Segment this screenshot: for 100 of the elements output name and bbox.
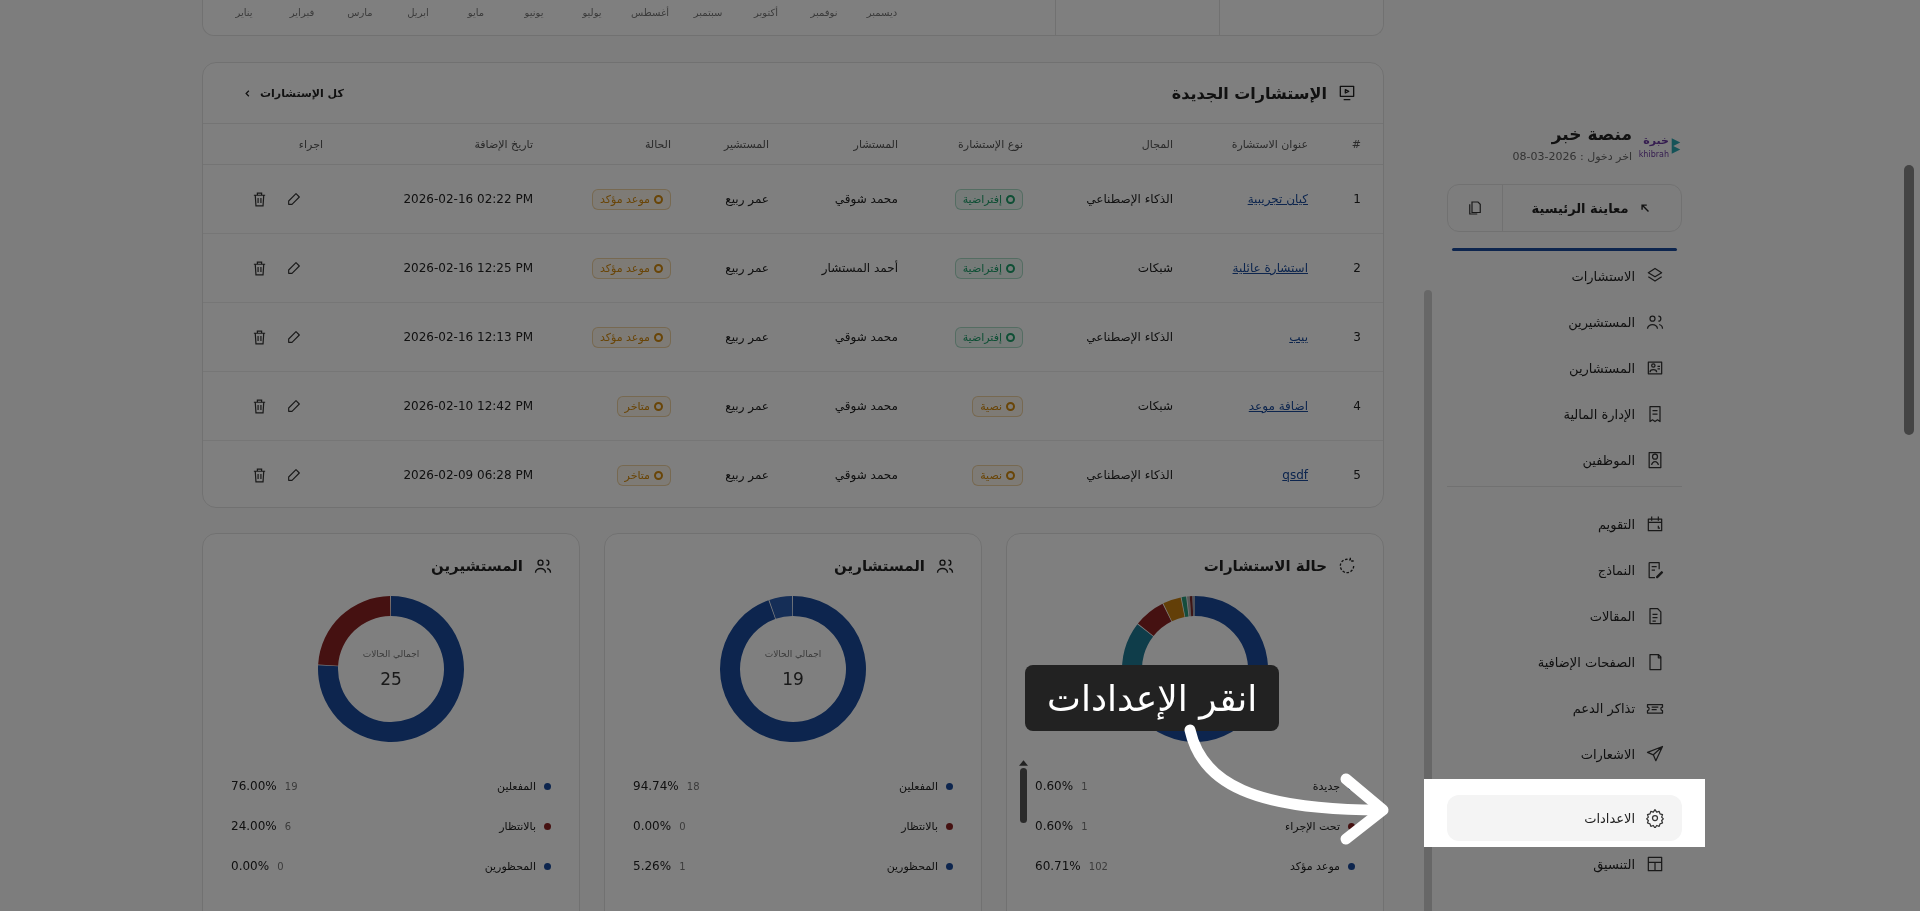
type-badge: نصية: [972, 395, 1023, 417]
chevron-icon: [243, 88, 252, 98]
menu-item[interactable]: النماذج: [1447, 547, 1682, 593]
row-number: 1: [1353, 192, 1361, 206]
legend-count: 6: [284, 820, 292, 832]
legend-percent: 5.26%: [633, 859, 672, 873]
video-icon: [1337, 83, 1357, 103]
calendar-icon: [1645, 514, 1665, 534]
legend-label: جديدة: [1311, 779, 1340, 793]
type-badge: إفتراضية: [954, 188, 1023, 210]
legend-dot: [544, 862, 551, 870]
legend-dot: [946, 862, 953, 870]
consultation-link[interactable]: اضافة موعد: [1248, 399, 1308, 413]
legend-dot: [946, 822, 953, 830]
table-cell: 2026-02-10 12:42 PM: [403, 399, 533, 413]
legend-percent: 94.74%: [633, 779, 679, 793]
menu-item[interactable]: تذاكر الدعم: [1447, 685, 1682, 731]
column-header: عنوان الاستشارة: [1179, 123, 1314, 165]
column-header: الحالة: [539, 123, 677, 165]
legend-label: بالانتظار: [899, 819, 938, 833]
legend-count: 1: [1081, 820, 1088, 832]
legend-dot: [544, 822, 551, 830]
last-login-text: اخر دخول : 2026-03-08: [1512, 150, 1632, 163]
card-title: حالة الاستشارات: [1203, 557, 1327, 575]
month-label: أغسطس: [630, 6, 670, 18]
trash-icon: [251, 397, 268, 415]
month-label: يناير: [234, 6, 254, 18]
card-title: الإستشارات الجديدة: [1171, 83, 1327, 103]
table-cell: عمر ربيع: [725, 192, 769, 206]
status-badge: متاخر: [616, 395, 671, 417]
consultation-link[interactable]: كيان تجريبية: [1247, 192, 1308, 206]
menu-item[interactable]: الاعدادات: [1447, 795, 1682, 841]
consultation-link[interactable]: استشارة عائلية: [1232, 261, 1308, 275]
legend-dot: [946, 782, 953, 790]
type-badge: إفتراضية: [954, 257, 1023, 279]
month-label: مايو: [466, 6, 486, 18]
table-cell: 2026-02-16 02:22 PM: [403, 192, 533, 206]
menu-item[interactable]: المستشارين: [1447, 345, 1682, 391]
scrollbar[interactable]: [1904, 165, 1914, 435]
row-number: 4: [1353, 399, 1361, 413]
legend-dot: [1348, 822, 1355, 830]
table-cell: 2026-02-16 12:25 PM: [403, 261, 533, 275]
legend-dot: [1348, 862, 1355, 870]
month-label: مارس: [346, 6, 374, 18]
month-label: سبتمبر: [692, 6, 724, 18]
column-header: نوع الإستشارة: [904, 123, 1029, 165]
table-cell: الذكاء الإصطناعي: [1086, 468, 1173, 482]
menu-item[interactable]: الإدارة المالية: [1447, 391, 1682, 437]
legend-count: 19: [284, 780, 298, 792]
menu-item[interactable]: الموظفين: [1447, 437, 1682, 483]
view-all-link[interactable]: كل الإستشارات: [243, 86, 344, 100]
status-badge: موعد مؤكد: [592, 326, 671, 348]
status-badge: موعد مؤكد: [592, 188, 671, 210]
total-label: اجمالي الحالات: [764, 649, 822, 659]
table-cell: عمر ربيع: [725, 330, 769, 344]
pencil-icon: [286, 466, 302, 483]
table-cell: الذكاء الإصطناعي: [1086, 192, 1173, 206]
menu-item[interactable]: الاستشارات: [1447, 253, 1682, 299]
trash-icon: [251, 190, 268, 208]
menu-item[interactable]: التقويم: [1447, 501, 1682, 547]
pencil-icon: [286, 397, 302, 414]
legend-percent: 0.00%: [633, 819, 672, 833]
platform-title: منصة خبر: [1550, 124, 1632, 144]
legend-label: موعد مؤكد: [1289, 859, 1340, 873]
menu-item[interactable]: المستشيرين: [1447, 299, 1682, 345]
status-badge: متاخر: [616, 464, 671, 486]
month-label: يونيو: [523, 6, 545, 18]
layout-icon: [1645, 854, 1665, 874]
column-header: المستشير: [677, 123, 775, 165]
legend-percent: 76.00%: [231, 779, 277, 793]
card-title: المستشارين: [834, 557, 925, 575]
table-cell: شبكات: [1137, 399, 1173, 413]
row-number: 5: [1353, 468, 1361, 482]
month-label: ديسمبر: [865, 6, 899, 18]
month-label: نوفمبر: [809, 6, 839, 18]
table-cell: محمد شوقي: [834, 192, 898, 206]
type-badge: نصية: [972, 464, 1023, 486]
scrollbar[interactable]: [1019, 760, 1028, 823]
legend-count: 0: [277, 860, 284, 872]
trash-icon: [251, 259, 268, 277]
consultation-link[interactable]: qsdf: [1282, 468, 1308, 482]
table-cell: 2026-02-16 12:13 PM: [403, 330, 533, 344]
type-badge: إفتراضية: [954, 326, 1023, 348]
menu-item[interactable]: الاشعارات: [1447, 731, 1682, 777]
row-number: 2: [1353, 261, 1361, 275]
column-header: تاريخ الإضافة: [329, 123, 539, 165]
month-label: ابريل: [406, 6, 430, 18]
send-icon: [1645, 744, 1665, 764]
consultation-link[interactable]: ييب: [1289, 330, 1308, 344]
menu-item[interactable]: الصفحات الإضافية: [1447, 639, 1682, 685]
legend-dot: [544, 782, 551, 790]
legend-label: تحت الإجراء: [1284, 819, 1340, 833]
menu-item[interactable]: التنسيق: [1447, 847, 1682, 881]
legend-percent: 24.00%: [231, 819, 277, 833]
menu-item[interactable]: المقالات: [1447, 593, 1682, 639]
table-cell: 2026-02-09 06:28 PM: [403, 468, 533, 482]
legend-count: 102: [1088, 860, 1108, 872]
total-label: اجمالي الحالات: [362, 649, 420, 659]
status-badge: موعد مؤكد: [592, 257, 671, 279]
table-cell: أحمد المستشار: [821, 261, 898, 275]
